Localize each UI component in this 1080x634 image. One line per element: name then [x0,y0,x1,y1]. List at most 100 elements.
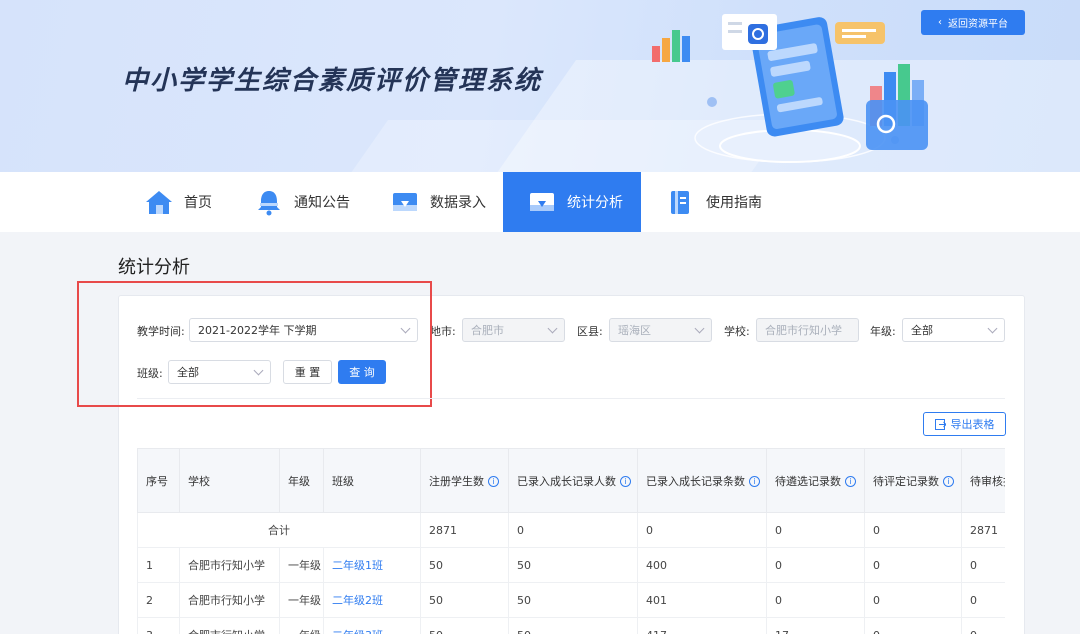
header-index: 序号 [137,448,180,513]
table-cell: 一年级 [279,547,324,583]
table-cell: 0 [766,582,865,618]
nav-item-label: 统计分析 [567,195,623,211]
city-select-value: 合肥市 [471,324,504,337]
info-icon[interactable]: i [488,476,499,487]
table-cell: 0 [864,582,962,618]
home-icon [146,191,172,214]
nav-item-label: 通知公告 [294,195,350,211]
table-cell: 0 [961,582,1005,618]
nav-item-home[interactable]: 首页 [132,172,232,232]
table-cell: 50 [508,547,638,583]
table-cell: 50 [508,617,638,634]
grade-select-value: 全部 [911,324,933,337]
table-cell: 0 [961,547,1005,583]
city-select[interactable]: 合肥市 [462,318,565,342]
guide-icon [671,191,689,214]
table-cell: 0 [766,512,865,548]
info-icon[interactable]: i [620,476,631,487]
table-cell: 1 [137,547,180,583]
system-title: 中小学学生综合素质评价管理系统 [122,66,543,96]
table-cell: 17 [766,617,865,634]
main-nav: 首页 通知公告 数据录入 统计分析 使用指南 [0,172,1080,232]
table-cell: 50 [508,582,638,618]
header-school: 学校 [179,448,280,513]
city-label: 地市: [430,325,456,338]
table-total-row: 合计 2871 0 0 0 0 2871 [137,512,1005,548]
divider [137,398,1005,399]
nav-item-label: 首页 [184,195,212,211]
table-cell: 一年级 [279,582,324,618]
header-recorded-count: 已录入成长记录条数 i [637,448,767,513]
table-cell: 400 [637,547,767,583]
highlight-box [77,281,432,407]
header-class: 班级 [323,448,421,513]
back-to-resource-platform-button[interactable]: ‹ 返回资源平台 [921,10,1025,35]
table-cell: 0 [637,512,767,548]
table-cell: 合肥市行知小学 [179,547,280,583]
nav-item-data-entry[interactable]: 数据录入 [378,172,498,232]
header-grade: 年级 [279,448,324,513]
table-cell: 0 [864,547,962,583]
page-title: 统计分析 [118,257,190,278]
table-cell: 50 [420,547,509,583]
table-cell: 3 [137,617,180,634]
table-cell: 50 [420,617,509,634]
table-cell: 401 [637,582,767,618]
nav-item-label: 使用指南 [706,195,762,211]
table-row: 3 合肥市行知小学 一年级 二年级3班 50 50 417 17 0 0 [137,617,1005,634]
table-cell: 417 [637,617,767,634]
export-icon [934,418,946,430]
table-cell: 0 [766,547,865,583]
school-select-value: 合肥市行知小学 [765,324,842,337]
chevron-down-icon [694,323,705,334]
chevron-down-icon [987,323,998,334]
info-icon[interactable]: i [749,476,760,487]
table-cell: 2871 [420,512,509,548]
school-select[interactable]: 合肥市行知小学 [756,318,859,342]
statistics-table: 序号 学校 年级 班级 注册学生数 i 已录入成长记录人数 i 已录入成长记录条数 i… [137,448,1005,634]
nav-item-statistics[interactable]: 统计分析 [503,172,641,232]
chevron-left-icon: ‹ [938,17,942,28]
header-pending-review: 待审核批 [961,448,1005,513]
header-pending-evaluate: 待评定记录数 i [864,448,962,513]
grade-label: 年级: [870,325,896,338]
school-label: 学校: [724,325,750,338]
banner-illustration [652,14,928,163]
class-link[interactable]: 二年级1班 [323,547,421,583]
table-cell: 合肥市行知小学 [179,582,280,618]
district-select-value: 瑶海区 [618,324,651,337]
nav-item-notices[interactable]: 通知公告 [242,172,362,232]
data-entry-icon [393,193,417,211]
export-table-button[interactable]: 导出表格 [923,412,1006,436]
district-label: 区县: [577,325,603,338]
table-cell: 50 [420,582,509,618]
table-cell: 一年级 [279,617,324,634]
nav-item-guide[interactable]: 使用指南 [654,172,774,232]
info-icon[interactable]: i [845,476,856,487]
header-registered: 注册学生数 i [420,448,509,513]
table-cell: 0 [508,512,638,548]
table-cell: 2 [137,582,180,618]
export-button-label: 导出表格 [950,418,995,431]
header-pending-select: 待遴选记录数 i [766,448,865,513]
total-label: 合计 [137,512,421,548]
table-cell: 0 [864,617,962,634]
table-header-row: 序号 学校 年级 班级 注册学生数 i 已录入成长记录人数 i 已录入成长记录条数 i… [137,448,1005,513]
table-cell: 0 [864,512,962,548]
statistics-icon [530,193,554,211]
class-link[interactable]: 二年级3班 [323,617,421,634]
back-button-label: 返回资源平台 [948,19,1008,30]
nav-item-label: 数据录入 [430,195,486,211]
grade-select[interactable]: 全部 [902,318,1005,342]
info-icon[interactable]: i [943,476,954,487]
class-link[interactable]: 二年级2班 [323,582,421,618]
chevron-down-icon [547,323,558,334]
bell-icon [258,191,280,216]
table-cell: 合肥市行知小学 [179,617,280,634]
table-row: 2 合肥市行知小学 一年级 二年级2班 50 50 401 0 0 0 [137,582,1005,618]
table-row: 1 合肥市行知小学 一年级 二年级1班 50 50 400 0 0 0 [137,547,1005,583]
table-cell: 2871 [961,512,1005,548]
header-recorded-people: 已录入成长记录人数 i [508,448,638,513]
header-banner: 中小学学生综合素质评价管理系统 ‹ 返回资源平台 [0,0,1080,172]
district-select[interactable]: 瑶海区 [609,318,712,342]
